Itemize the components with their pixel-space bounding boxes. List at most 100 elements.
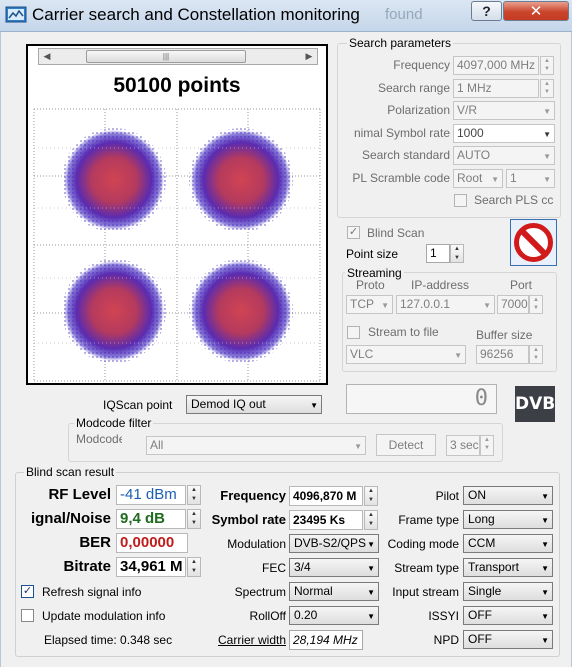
point-size-label: Point size	[346, 247, 399, 261]
signal-noise-spinner[interactable]: ▲ ▼	[187, 509, 201, 529]
pilot-select[interactable]: ON ▼	[463, 486, 553, 505]
polarization-label: Polarization	[387, 103, 450, 117]
stop-button[interactable]	[510, 219, 557, 266]
pilot-label: Pilot	[435, 489, 459, 503]
fec-select[interactable]: 3/4 ▼	[289, 558, 379, 577]
chevron-down-icon: ▼	[491, 175, 499, 184]
points-count: 50100 points	[113, 74, 241, 97]
search-pls-checkbox[interactable]	[454, 194, 467, 207]
update-modulation-checkbox[interactable]	[21, 609, 34, 622]
constellation-canvas	[33, 108, 321, 382]
symbol-rate-result-spinner[interactable]: ▲ ▼	[364, 510, 378, 530]
chevron-down-icon: ▼	[367, 588, 375, 597]
input-stream-select[interactable]: Single ▼	[463, 582, 553, 601]
input-stream-value: Single	[468, 584, 502, 598]
search-range-input[interactable]: 1 MHz	[453, 79, 539, 98]
iqscan-point-select[interactable]: Demod IQ out ▼	[186, 395, 322, 414]
min-symbol-rate-value: 1000	[457, 126, 484, 140]
frequency-spinner[interactable]: ▲ ▼	[540, 56, 554, 75]
carrier-width-label[interactable]: Carrier width	[196, 633, 286, 647]
issyi-select[interactable]: OFF ▼	[463, 606, 553, 625]
spectrum-select[interactable]: Normal ▼	[289, 582, 379, 601]
search-standard-label: Search standard	[361, 148, 450, 162]
chevron-down-icon: ▼	[483, 301, 491, 310]
ip-address-select[interactable]: 127.0.0.1 ▼	[396, 295, 495, 314]
modcode-label: Modcode	[76, 432, 122, 446]
bitrate-label: Bitrate	[63, 558, 111, 575]
npd-value: OFF	[468, 632, 492, 646]
ber-value: 0,00000	[116, 533, 188, 553]
signal-noise-value: 9,4 dB	[116, 509, 186, 529]
chevron-down-icon: ▼	[543, 152, 551, 161]
modulation-select[interactable]: DVB-S2/QPS ▼	[289, 534, 379, 553]
buffer-size-input[interactable]: 96256	[476, 345, 529, 364]
npd-label: NPD	[433, 633, 459, 647]
blind-scan-label: Blind Scan	[367, 226, 425, 240]
blind-scan-checkbox[interactable]: ✓	[347, 226, 360, 239]
scroll-right-icon[interactable]: ▶	[301, 49, 317, 64]
scroll-left-icon[interactable]: ◀	[39, 49, 55, 64]
player-select[interactable]: VLC ▼	[346, 345, 466, 364]
chevron-down-icon: ▼	[367, 564, 375, 573]
min-symbol-rate-select[interactable]: 1000 ▼	[453, 124, 555, 143]
refresh-signal-checkbox[interactable]: ✓	[21, 585, 34, 598]
iqscan-point-value: Demod IQ out	[191, 397, 266, 411]
point-size-input[interactable]: 1	[426, 244, 450, 263]
modcode-value: All	[150, 438, 164, 452]
coding-mode-value: CCM	[468, 536, 496, 550]
rf-level-value: -41 dBm	[116, 485, 186, 505]
chevron-down-icon: ▼	[541, 492, 549, 501]
frequency-label: Frequency	[393, 58, 450, 72]
rolloff-select[interactable]: 0.20 ▼	[289, 606, 379, 625]
modcode-select[interactable]: All ▼	[146, 436, 366, 455]
rolloff-label: RollOff	[249, 609, 286, 623]
ber-label: BER	[79, 534, 111, 551]
rf-level-spinner[interactable]: ▲ ▼	[187, 485, 201, 505]
detect-button[interactable]: Detect	[376, 434, 436, 456]
frequency-result-value: 4096,870 M	[289, 486, 363, 506]
background-window-text: found	[385, 6, 423, 23]
frequency-result-label: Frequency	[220, 488, 286, 503]
port-input[interactable]: 7000	[497, 295, 529, 314]
ip-address-value: 127.0.0.1	[400, 297, 451, 311]
pl-scramble-label: PL Scramble code	[352, 171, 450, 185]
help-button[interactable]: ?	[471, 1, 502, 21]
frequency-result-spinner[interactable]: ▲ ▼	[364, 486, 378, 506]
pl-scramble-value-select[interactable]: 1 ▼	[506, 169, 555, 188]
close-button[interactable]: ✕	[503, 1, 569, 21]
stream-type-select[interactable]: Transport ▼	[463, 558, 553, 577]
port-header: Port	[510, 278, 533, 292]
update-modulation-label: Update modulation info	[42, 609, 166, 623]
title-bar: Carrier search and Constellation monitor…	[0, 0, 572, 32]
spectrum-value: Normal	[294, 584, 333, 598]
polarization-select[interactable]: V/R ▼	[453, 101, 555, 120]
chevron-down-icon: ▼	[367, 612, 375, 621]
point-size-spinner[interactable]: ▲ ▼	[450, 244, 464, 263]
stream-to-file-checkbox[interactable]	[347, 326, 360, 339]
fec-label: FEC	[262, 561, 286, 575]
search-standard-select[interactable]: AUTO ▼	[453, 146, 555, 165]
buffer-size-spinner[interactable]: ▲ ▼	[529, 345, 543, 364]
chevron-down-icon: ▼	[541, 516, 549, 525]
elapsed-time-label: Elapsed time: 0.348 sec	[44, 633, 173, 647]
chevron-down-icon: ▼	[367, 540, 375, 549]
coding-mode-select[interactable]: CCM ▼	[463, 534, 553, 553]
frequency-input[interactable]: 4097,000 MHz	[453, 56, 539, 75]
chevron-down-icon: ▼	[541, 564, 549, 573]
scroll-thumb[interactable]: |||	[86, 50, 246, 63]
issyi-value: OFF	[468, 608, 492, 622]
pl-scramble-mode-select[interactable]: Root ▼	[453, 169, 503, 188]
pl-scramble-value: 1	[510, 171, 517, 185]
input-stream-label: Input stream	[392, 585, 459, 599]
window-title: Carrier search and Constellation monitor…	[32, 5, 360, 24]
frame-type-select[interactable]: Long ▼	[463, 510, 553, 529]
search-range-spinner[interactable]: ▲ ▼	[540, 79, 554, 98]
port-spinner[interactable]: ▲ ▼	[529, 295, 543, 314]
detect-time-input[interactable]: 3 sec	[446, 435, 480, 456]
plot-horizontal-scrollbar[interactable]: ◀ ||| ▶	[38, 48, 318, 65]
npd-select[interactable]: OFF ▼	[463, 630, 553, 649]
chevron-down-icon: ▼	[541, 588, 549, 597]
detect-time-spinner[interactable]: ▲ ▼	[480, 435, 494, 456]
proto-select[interactable]: TCP ▼	[346, 295, 393, 314]
search-standard-value: AUTO	[457, 148, 491, 162]
